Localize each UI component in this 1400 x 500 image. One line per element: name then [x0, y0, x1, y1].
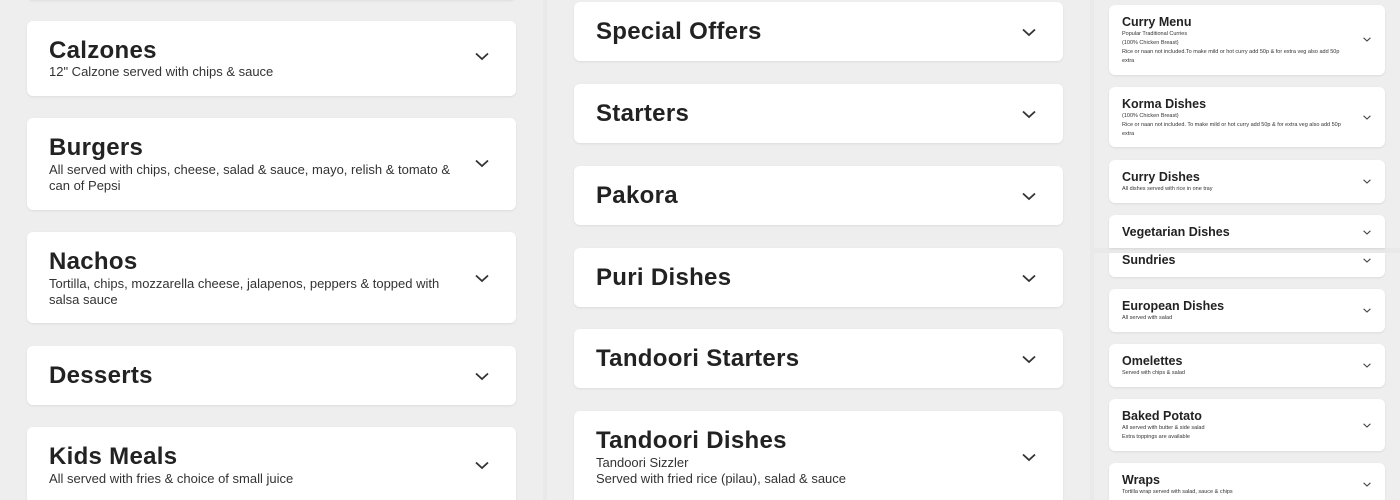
chevron-down-icon[interactable]	[1022, 355, 1036, 364]
chevron-down-icon[interactable]	[1363, 423, 1371, 428]
chevron-down-icon[interactable]	[1363, 258, 1371, 263]
category-card-wraps[interactable]: Wraps Tortilla wrap served with salad, s…	[1109, 463, 1385, 500]
chevron-down-icon[interactable]	[1022, 192, 1036, 201]
category-card-korma-dishes[interactable]: Korma Dishes (100% Chicken Breast) Rice …	[1109, 87, 1385, 147]
category-description: 12" Calzone served with chips & sauce	[49, 64, 274, 79]
category-title: Korma Dishes	[1122, 97, 1207, 111]
category-title: Curry Dishes	[1122, 170, 1200, 184]
chevron-down-icon[interactable]	[475, 52, 489, 61]
category-title: Nachos	[49, 248, 138, 275]
category-card-tandoori-starters[interactable]: Tandoori Starters	[574, 329, 1063, 388]
category-panel-left: Calzones 12" Calzone served with chips &…	[0, 0, 543, 500]
chevron-down-icon[interactable]	[1363, 115, 1371, 120]
category-title: Desserts	[49, 362, 153, 389]
chevron-down-icon[interactable]	[1363, 363, 1371, 368]
category-title: Starters	[596, 100, 690, 127]
category-description-line: Popular Traditional Curries	[1122, 31, 1188, 37]
category-description-line: Tortilla wrap served with salad, sauce &…	[1122, 489, 1233, 495]
category-title: Omelettes	[1122, 354, 1183, 368]
category-card-calzones[interactable]: Calzones 12" Calzone served with chips &…	[27, 21, 516, 96]
category-title: Pakora	[596, 182, 678, 209]
category-title: Baked Potato	[1122, 409, 1202, 423]
category-card-baked-potato[interactable]: Baked Potato All served with butter & si…	[1109, 399, 1385, 451]
category-title: Tandoori Dishes	[596, 427, 787, 454]
chevron-down-icon[interactable]	[1363, 179, 1371, 184]
category-title: European Dishes	[1122, 299, 1225, 313]
chevron-down-icon[interactable]	[1363, 308, 1371, 313]
category-description-line: Rice or naan not included.To make mild o…	[1122, 49, 1340, 64]
category-description: Tortilla, chips, mozzarella cheese, jala…	[49, 276, 440, 307]
category-card-starters[interactable]: Starters	[574, 84, 1063, 143]
category-title: Wraps	[1122, 473, 1160, 487]
category-card-desserts[interactable]: Desserts	[27, 346, 516, 405]
category-card-pakora[interactable]: Pakora	[574, 166, 1063, 225]
category-title: Special Offers	[596, 18, 762, 45]
category-description-line: Served with chips & salad	[1122, 370, 1185, 376]
category-description-line: All dishes served with rice in one tray	[1122, 186, 1213, 192]
category-panel-middle: Special Offers Starters Pakora Puri Dish…	[547, 0, 1090, 500]
category-card-european-dishes[interactable]: European Dishes All served with salad	[1109, 289, 1385, 332]
category-title: Sundries	[1122, 253, 1176, 267]
category-description-line: Rice or naan not included. To make mild …	[1122, 122, 1341, 137]
category-card-curry-dishes[interactable]: Curry Dishes All dishes served with rice…	[1109, 160, 1385, 203]
chevron-down-icon[interactable]	[475, 159, 489, 168]
category-title: Kids Meals	[49, 443, 178, 470]
category-title: Calzones	[49, 37, 157, 64]
category-card-vegetarian-dishes[interactable]: Vegetarian Dishes	[1109, 215, 1385, 248]
chevron-down-icon[interactable]	[1363, 230, 1371, 235]
chevron-down-icon[interactable]	[1022, 274, 1036, 283]
category-description-line: Extra toppings are available	[1122, 434, 1190, 440]
category-card-sundries[interactable]: Sundries	[1109, 253, 1385, 277]
chevron-down-icon[interactable]	[1022, 453, 1036, 462]
category-card-omelettes[interactable]: Omelettes Served with chips & salad	[1109, 344, 1385, 387]
category-title: Tandoori Starters	[596, 345, 800, 372]
chevron-down-icon[interactable]	[475, 461, 489, 470]
category-description: All served with fries & choice of small …	[49, 471, 294, 486]
category-description-line: Served with fried rice (pilau), salad & …	[596, 471, 847, 486]
category-card-curry-menu[interactable]: Curry Menu Popular Traditional Curries (…	[1109, 5, 1385, 75]
category-panel-right: Curry Menu Popular Traditional Curries (…	[1094, 0, 1400, 500]
chevron-down-icon[interactable]	[1363, 37, 1371, 42]
category-card-burgers[interactable]: Burgers All served with chips, cheese, s…	[27, 118, 516, 210]
chevron-down-icon[interactable]	[1022, 28, 1036, 37]
category-description: All served with chips, cheese, salad & s…	[49, 162, 451, 193]
category-description-line: (100% Chicken Breast)	[1122, 113, 1179, 119]
chevron-down-icon[interactable]	[1363, 482, 1371, 487]
chevron-down-icon[interactable]	[1022, 110, 1036, 119]
category-description-line: All served with salad	[1122, 315, 1173, 321]
chevron-down-icon[interactable]	[475, 372, 489, 381]
category-card-nachos[interactable]: Nachos Tortilla, chips, mozzarella chees…	[27, 232, 516, 323]
category-description-line: (100% Chicken Breast)	[1122, 40, 1179, 46]
category-description-line: All served with butter & side salad	[1122, 425, 1205, 431]
category-card-puri-dishes[interactable]: Puri Dishes	[574, 248, 1063, 307]
category-card-tandoori-dishes[interactable]: Tandoori Dishes Tandoori Sizzler Served …	[574, 411, 1063, 500]
category-card-kids-meals[interactable]: Kids Meals All served with fries & choic…	[27, 427, 516, 500]
category-title: Vegetarian Dishes	[1122, 225, 1230, 239]
category-description-line: Tandoori Sizzler	[596, 455, 689, 470]
category-card-special-offers[interactable]: Special Offers	[574, 2, 1063, 61]
category-title: Curry Menu	[1122, 15, 1192, 29]
chevron-down-icon[interactable]	[475, 274, 489, 283]
category-title: Burgers	[49, 134, 144, 161]
category-title: Puri Dishes	[596, 264, 732, 291]
